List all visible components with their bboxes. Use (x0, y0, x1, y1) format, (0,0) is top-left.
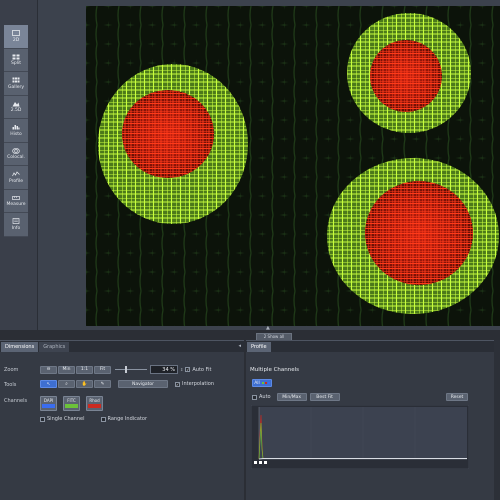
zoom-row: ⊖ Min 1:1 Fit 34 % ⇕ ✓ Auto Fit (40, 365, 211, 374)
2d-view-icon (12, 30, 21, 37)
navigator-button[interactable]: Navigator (118, 380, 168, 388)
image-viewport[interactable] (38, 0, 500, 330)
pointer-tool-button[interactable]: ↖ (40, 380, 57, 388)
profile-panel: Profile Multiple Channels All Auto Min/M… (246, 340, 500, 500)
zoom-1-1-button[interactable]: 1:1 (76, 365, 93, 374)
view-toolbar-panel: 2D Split Gallery 2.5D Histo Colocal. Pro… (0, 0, 38, 330)
check-icon: ✓ (175, 381, 180, 387)
profile-baseline (258, 458, 467, 460)
left-tabbar: Dimensions Graphics ◂ (0, 341, 244, 352)
zoom-fit-button[interactable]: Fit (94, 365, 111, 374)
view-info-button[interactable]: Info (4, 213, 28, 237)
gallery-icon (12, 77, 21, 84)
info-icon (12, 218, 21, 225)
measure-icon (12, 194, 21, 201)
zoom-min-button[interactable]: Min (58, 365, 75, 374)
colocalization-icon (12, 147, 21, 154)
pointer-icon: ↖ (46, 381, 51, 387)
tab-profile[interactable]: Profile (247, 342, 271, 352)
profile-marker[interactable] (254, 461, 257, 464)
view-toolbar: 2D Split Gallery 2.5D Histo Colocal. Pro… (4, 25, 28, 237)
channel-rhod-button[interactable]: Rhod (86, 396, 103, 411)
pen-tool-button[interactable]: ✎ (94, 380, 111, 388)
check-icon: ✓ (185, 367, 191, 372)
auto-fit-checkbox[interactable]: ✓ Auto Fit (185, 367, 211, 373)
view-profile-button[interactable]: Profile (4, 166, 28, 190)
split-view-icon (12, 53, 21, 60)
channels-row: DAPI FITC Rhod (40, 396, 109, 411)
zoom-input[interactable]: 34 % (150, 365, 178, 374)
image-tab[interactable]: 2 Show all (256, 333, 292, 340)
zoom-slider-handle[interactable] (125, 366, 127, 373)
right-tabbar: Profile (246, 341, 500, 352)
view-2d-button[interactable]: 2D (4, 25, 28, 49)
interpolation-checkbox[interactable]: ✓ Interpolation (175, 381, 214, 387)
zoom-out-icon: ⊖ (46, 367, 51, 372)
magnifier-icon: ⌕ (65, 382, 68, 387)
view-gallery-button[interactable]: Gallery (4, 72, 28, 96)
range-indicator-checkbox[interactable]: Range Indicator (100, 416, 147, 422)
profile-icon (12, 171, 21, 178)
tab-graphics[interactable]: Graphics (39, 342, 70, 352)
channel-color-swatch (88, 404, 101, 408)
profile-chart[interactable] (251, 405, 469, 469)
histogram-icon (12, 124, 21, 131)
channel-select-row: All (252, 379, 273, 387)
vertical-scrollbar[interactable] (494, 340, 500, 500)
profile-title: Multiple Channels (250, 367, 300, 373)
profile-marker[interactable] (259, 461, 262, 464)
zoom-slider[interactable] (115, 366, 147, 373)
scaling-row: Auto Min/Max Best Fit (252, 393, 341, 401)
channel-color-swatch (42, 404, 55, 408)
view-2-5d-button[interactable]: 2.5D (4, 95, 28, 119)
channels-label: Channels (4, 398, 28, 404)
zoom-label: Zoom (4, 367, 19, 373)
2-5d-view-icon (12, 100, 21, 107)
best-fit-button[interactable]: Best Fit (309, 393, 340, 401)
zoom-tool-button[interactable]: ⌕ (58, 380, 75, 388)
tools-label: Tools (4, 382, 17, 388)
zoom-spin-icon[interactable]: ⇕ (180, 367, 183, 372)
channel-dapi-button[interactable]: DAPI (40, 396, 57, 411)
view-colocal-button[interactable]: Colocal. (4, 142, 28, 166)
auto-checkbox[interactable]: Auto (252, 394, 271, 400)
panel-menu-icon[interactable]: ◂ (238, 343, 241, 349)
chevron-up-icon[interactable]: ▲ (266, 325, 270, 331)
min-max-button[interactable]: Min/Max (276, 393, 307, 401)
pan-tool-button[interactable]: ✋ (76, 380, 93, 388)
all-channels-button[interactable]: All (252, 379, 272, 387)
dimensions-panel: Dimensions Graphics ◂ Zoom ⊖ Min 1:1 Fit… (0, 340, 244, 500)
channel-color-swatch (65, 404, 78, 408)
zoom-out-button[interactable]: ⊖ (40, 365, 57, 374)
microscopy-image (86, 6, 500, 326)
single-channel-checkbox[interactable]: Single Channel (40, 416, 85, 422)
view-measure-button[interactable]: Measure (4, 189, 28, 213)
channel-fitc-button[interactable]: FITC (63, 396, 80, 411)
tab-dimensions[interactable]: Dimensions (1, 342, 39, 352)
tools-row: ↖ ⌕ ✋ ✎ Navigator ✓ Interpolation (40, 380, 214, 388)
profile-marker[interactable] (264, 461, 267, 464)
pen-icon: ✎ (100, 381, 105, 387)
channel-options-row: Single Channel Range Indicator (40, 416, 147, 422)
reset-button[interactable]: Reset (446, 393, 468, 401)
view-split-button[interactable]: Split (4, 48, 28, 72)
hand-icon: ✋ (81, 381, 88, 387)
view-histo-button[interactable]: Histo (4, 119, 28, 143)
